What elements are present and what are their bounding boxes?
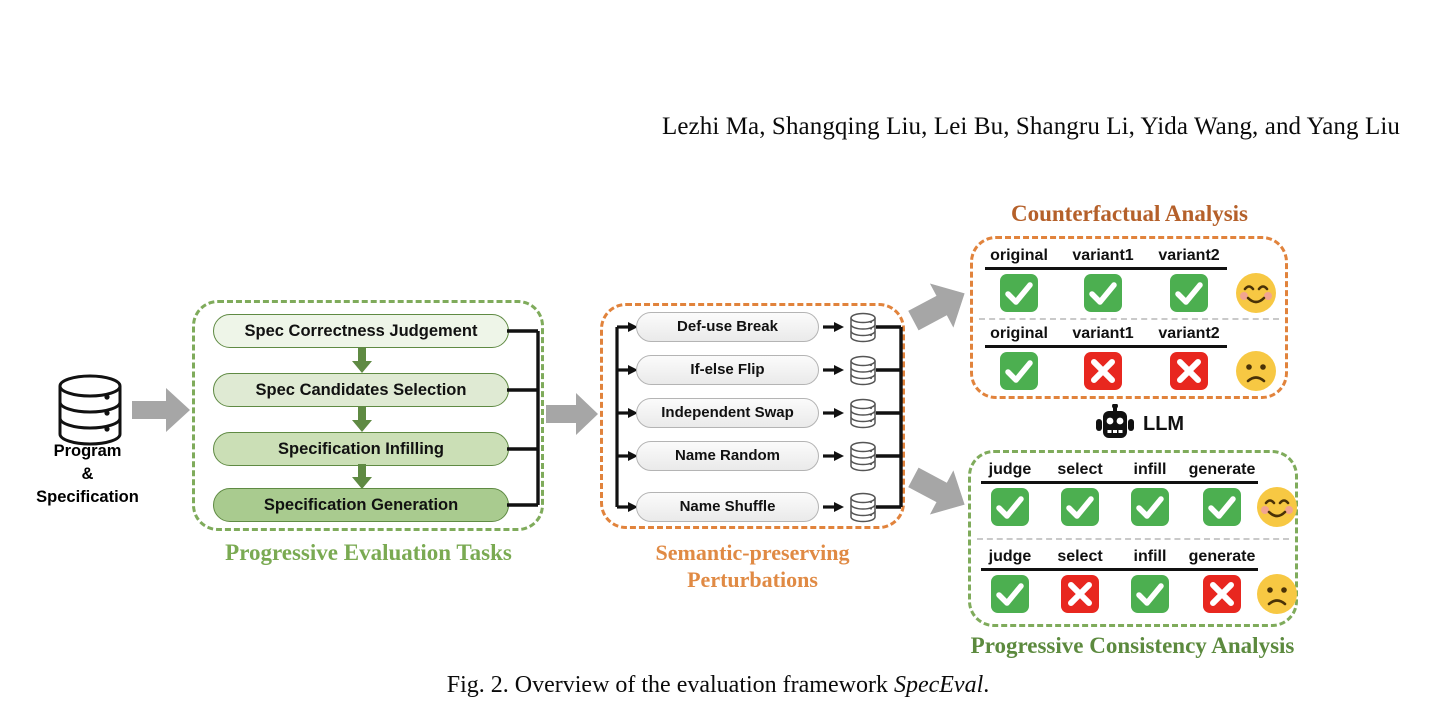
cf-r2-mark-variant1 (1084, 352, 1122, 390)
perturbations-title-line1: Semantic-preserving (655, 540, 850, 565)
pc-r1-col-generate: generate (1188, 461, 1256, 478)
task-pill-spec-correctness-judgement[interactable]: Spec Correctness Judgement (213, 314, 509, 348)
pc-r2-mark-select (1061, 575, 1099, 613)
cf-r2-face-sad (1235, 350, 1277, 392)
task-step-arrow-3 (352, 464, 372, 494)
pc-r2-mark-judge (991, 575, 1029, 613)
pc-r1-mark-judge (991, 488, 1029, 526)
perturbation-pill-name-random[interactable]: Name Random (636, 441, 819, 471)
perturbation-pill-def-use-break[interactable]: Def-use Break (636, 312, 819, 342)
figure-caption: Fig. 2. Overview of the evaluation frame… (0, 672, 1436, 699)
cf-row-divider (979, 318, 1279, 320)
cf-r1-mark-original (1000, 274, 1038, 312)
flow-arrow-source-to-tasks (132, 388, 190, 437)
task-pill-spec-candidates-selection[interactable]: Spec Candidates Selection (213, 373, 509, 407)
perturbation-collect-bracket (876, 322, 904, 517)
perturbation-pill-if-else-flip[interactable]: If-else Flip (636, 355, 819, 385)
pc-r2-col-generate: generate (1188, 548, 1256, 565)
flow-arrow-to-consistency (908, 462, 970, 525)
pc-r2-mark-infill (1131, 575, 1169, 613)
pc-r2-face-sad (1256, 573, 1298, 615)
flow-arrow-tasks-to-perturbations (546, 393, 598, 440)
cf-r2-col-original: original (990, 325, 1048, 342)
cf-r1-col-variant2: variant2 (1158, 247, 1220, 264)
source-label-line1: Program (53, 442, 122, 460)
perturbation-fanout-bus (615, 322, 639, 517)
progressive-consistency-analysis-panel: judge select infill generate judge selec… (968, 450, 1298, 627)
semantic-preserving-perturbations-title: Semantic-preserving Perturbations (600, 539, 905, 593)
cf-r1-mark-variant2 (1170, 274, 1208, 312)
database-icon (848, 312, 878, 348)
pc-r1-rule (981, 481, 1258, 484)
cf-r2-rule (985, 345, 1227, 348)
counterfactual-analysis-panel: original variant1 variant2 original vari… (970, 236, 1288, 399)
semantic-preserving-perturbations-panel: Def-use Break If-else Flip Independent S… (600, 303, 905, 529)
pc-r1-mark-select (1061, 488, 1099, 526)
pc-row-divider (977, 538, 1289, 540)
pc-r1-col-infill: infill (1133, 461, 1167, 478)
caption-suffix: . (983, 672, 990, 698)
perturbation-pill-name-shuffle[interactable]: Name Shuffle (636, 492, 819, 522)
source-label: Program & Specification (0, 440, 175, 509)
running-header-authors: Lezhi Ma, Shangqing Liu, Lei Bu, Shangru… (661, 113, 1400, 140)
caption-italic-name: SpecEval (893, 672, 984, 698)
perturbations-title-line2: Perturbations (687, 567, 818, 592)
source-label-line2: & (81, 465, 94, 483)
database-icon (50, 370, 130, 450)
pc-r1-mark-infill (1131, 488, 1169, 526)
pc-r2-rule (981, 568, 1258, 571)
cf-r1-rule (985, 267, 1227, 270)
database-icon (848, 355, 878, 391)
task-step-arrow-1 (352, 348, 372, 378)
cf-r1-mark-variant1 (1084, 274, 1122, 312)
cf-r2-col-variant2: variant2 (1158, 325, 1220, 342)
progressive-evaluation-tasks-title: Progressive Evaluation Tasks (225, 540, 512, 565)
pc-r2-col-select: select (1057, 548, 1103, 565)
cf-r2-col-variant1: variant1 (1072, 325, 1134, 342)
task-step-arrow-2 (352, 407, 372, 437)
perturbation-arrows-to-datasets (823, 322, 845, 517)
database-icon (848, 492, 878, 528)
cf-r1-col-original: original (990, 247, 1048, 264)
llm-label: LLM (1143, 413, 1185, 435)
pc-r1-col-judge: judge (988, 461, 1032, 478)
caption-prefix: Fig. 2. Overview of the evaluation frame… (446, 672, 894, 698)
cf-r1-face-happy (1235, 272, 1277, 314)
perturbation-pill-independent-swap[interactable]: Independent Swap (636, 398, 819, 428)
pc-r2-col-judge: judge (988, 548, 1032, 565)
cf-r1-col-variant1: variant1 (1072, 247, 1134, 264)
cf-r2-mark-variant2 (1170, 352, 1208, 390)
database-icon (848, 441, 878, 477)
pc-r1-col-select: select (1057, 461, 1103, 478)
pc-r1-face-happy (1256, 486, 1298, 528)
counterfactual-analysis-title: Counterfactual Analysis (1010, 201, 1249, 226)
tasks-bracket (507, 327, 541, 516)
database-icon (848, 398, 878, 434)
source-label-line3: Specification (36, 488, 139, 506)
cf-r2-mark-original (1000, 352, 1038, 390)
progressive-evaluation-tasks-panel: Spec Correctness Judgement Spec Candidat… (192, 300, 544, 531)
task-pill-specification-infilling[interactable]: Specification Infilling (213, 432, 509, 466)
flow-arrow-to-counterfactual (908, 278, 970, 341)
robot-icon (1096, 403, 1134, 445)
pc-r1-mark-generate (1203, 488, 1241, 526)
progressive-consistency-analysis-title: Progressive Consistency Analysis (970, 633, 1295, 658)
llm-group: LLM (1096, 403, 1185, 445)
pc-r2-mark-generate (1203, 575, 1241, 613)
pc-r2-col-infill: infill (1133, 548, 1167, 565)
